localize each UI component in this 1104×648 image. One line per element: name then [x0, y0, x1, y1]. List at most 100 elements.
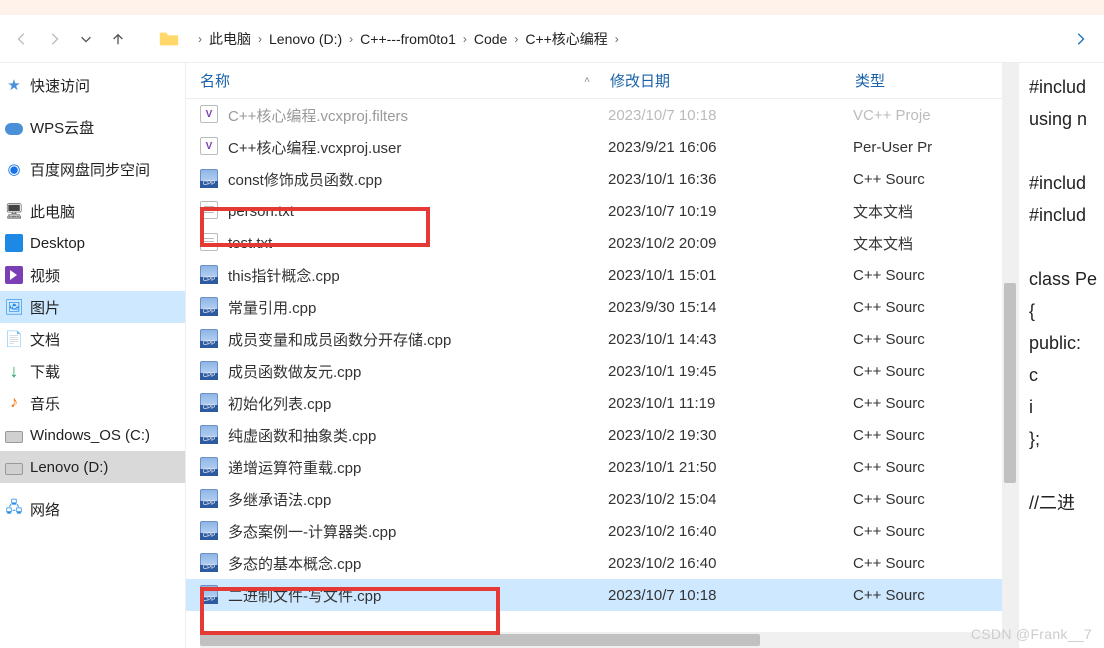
file-date: 2023/10/2 20:09: [608, 235, 853, 252]
recent-dropdown[interactable]: [72, 25, 100, 53]
file-date: 2023/10/7 10:18: [608, 107, 853, 124]
file-row[interactable]: 多态案例一-计算器类.cpp2023/10/2 16:40C++ Sourc: [186, 515, 1002, 547]
chevron-right-icon[interactable]: ›: [255, 32, 265, 46]
horizontal-scrollbar[interactable]: [200, 632, 1002, 648]
file-row[interactable]: C++核心编程.vcxproj.user2023/9/21 16:06Per-U…: [186, 131, 1002, 163]
breadcrumb-item[interactable]: C++核心编程: [521, 27, 611, 51]
file-icon: [200, 553, 220, 573]
watermark: CSDN @Frank__7: [971, 626, 1092, 642]
file-row[interactable]: 二进制文件-写文件.cpp2023/10/7 10:18C++ Sourc: [186, 579, 1002, 611]
file-name: test.txt: [228, 235, 608, 252]
sidebar-item-music[interactable]: ♪音乐: [0, 387, 185, 419]
file-row[interactable]: 多继承语法.cpp2023/10/2 15:04C++ Sourc: [186, 483, 1002, 515]
up-button[interactable]: [104, 25, 132, 53]
file-name: C++核心编程.vcxproj.filters: [228, 105, 608, 126]
preview-line: i: [1029, 391, 1102, 423]
preview-line: [1029, 455, 1102, 487]
file-icon: [200, 105, 220, 125]
refresh-button[interactable]: [1064, 23, 1096, 55]
col-type[interactable]: 类型: [855, 70, 1002, 91]
sidebar-label: 百度网盘同步空间: [30, 159, 150, 180]
sidebar-item-star[interactable]: ★快速访问: [0, 69, 185, 101]
preview-line: using n: [1029, 103, 1102, 135]
preview-line: public:: [1029, 327, 1102, 359]
vertical-scrollbar[interactable]: [1002, 63, 1018, 648]
file-row[interactable]: 纯虚函数和抽象类.cpp2023/10/2 19:30C++ Sourc: [186, 419, 1002, 451]
file-row[interactable]: 递增运算符重载.cpp2023/10/1 21:50C++ Sourc: [186, 451, 1002, 483]
file-icon: [200, 457, 220, 477]
sidebar-item-pc[interactable]: 🖥此电脑: [0, 195, 185, 227]
file-icon: [200, 489, 220, 509]
sidebar-item-down[interactable]: ↓下载: [0, 355, 185, 387]
col-name[interactable]: 名称: [200, 70, 230, 91]
file-row[interactable]: this指针概念.cpp2023/10/1 15:01C++ Sourc: [186, 259, 1002, 291]
file-icon: [200, 233, 220, 253]
file-type: C++ Sourc: [853, 171, 1002, 188]
back-button[interactable]: [8, 25, 36, 53]
breadcrumb-item[interactable]: Lenovo (D:): [265, 29, 346, 49]
file-name: 多态的基本概念.cpp: [228, 553, 608, 574]
sidebar-label: 音乐: [30, 393, 60, 414]
file-row[interactable]: 成员变量和成员函数分开存储.cpp2023/10/1 14:43C++ Sour…: [186, 323, 1002, 355]
chevron-right-icon[interactable]: ›: [511, 32, 521, 46]
file-list: 名称˄ 修改日期 类型 C++核心编程.vcxproj.filters2023/…: [186, 63, 1002, 648]
file-row[interactable]: 成员函数做友元.cpp2023/10/1 19:45C++ Sourc: [186, 355, 1002, 387]
sidebar-item-baidu[interactable]: ◉百度网盘同步空间: [0, 153, 185, 185]
file-type: C++ Sourc: [853, 267, 1002, 284]
file-icon: [200, 361, 220, 381]
file-row[interactable]: C++核心编程.vcxproj.filters2023/10/7 10:18VC…: [186, 99, 1002, 131]
file-type: C++ Sourc: [853, 363, 1002, 380]
file-icon: [200, 521, 220, 541]
preview-line: class Pe: [1029, 263, 1102, 295]
file-type: C++ Sourc: [853, 459, 1002, 476]
file-row[interactable]: person.txt2023/10/7 10:19文本文档: [186, 195, 1002, 227]
chevron-right-icon[interactable]: ›: [460, 32, 470, 46]
chevron-right-icon[interactable]: ›: [612, 32, 622, 46]
sidebar-item-doc[interactable]: 📄文档: [0, 323, 185, 355]
sidebar-item-video[interactable]: 视频: [0, 259, 185, 291]
sidebar-label: WPS云盘: [30, 117, 94, 138]
breadcrumb-item[interactable]: Code: [470, 29, 511, 49]
sidebar-item-pictures[interactable]: 🖼图片: [0, 291, 185, 323]
breadcrumb-item[interactable]: C++---from0to1: [356, 29, 460, 49]
file-type: C++ Sourc: [853, 331, 1002, 348]
file-row[interactable]: test.txt2023/10/2 20:09文本文档: [186, 227, 1002, 259]
file-date: 2023/10/1 14:43: [608, 331, 853, 348]
column-headers[interactable]: 名称˄ 修改日期 类型: [186, 63, 1002, 99]
file-name: 多态案例一-计算器类.cpp: [228, 521, 608, 542]
file-icon: [200, 329, 220, 349]
folder-icon: [158, 28, 180, 50]
preview-pane: #includusing n #includ#includ class Pe{p…: [1018, 63, 1104, 648]
sidebar-item-drive[interactable]: Windows_OS (C:): [0, 419, 185, 451]
file-date: 2023/10/1 16:36: [608, 171, 853, 188]
preview-line: //二进: [1029, 487, 1102, 519]
sidebar-item-cloud[interactable]: WPS云盘: [0, 111, 185, 143]
file-row[interactable]: 初始化列表.cpp2023/10/1 11:19C++ Sourc: [186, 387, 1002, 419]
col-date[interactable]: 修改日期: [610, 70, 855, 91]
sidebar-item-drive[interactable]: Lenovo (D:): [0, 451, 185, 483]
breadcrumb[interactable]: ›此电脑›Lenovo (D:)›C++---from0to1›Code›C++…: [190, 23, 1056, 55]
preview-line: #includ: [1029, 199, 1102, 231]
file-icon: [200, 201, 220, 221]
file-name: 二进制文件-写文件.cpp: [228, 585, 608, 606]
file-date: 2023/10/7 10:19: [608, 203, 853, 220]
chevron-right-icon[interactable]: ›: [195, 32, 205, 46]
file-type: C++ Sourc: [853, 427, 1002, 444]
file-row[interactable]: 常量引用.cpp2023/9/30 15:14C++ Sourc: [186, 291, 1002, 323]
file-date: 2023/10/1 11:19: [608, 395, 853, 412]
forward-button[interactable]: [40, 25, 68, 53]
sidebar-label: Lenovo (D:): [30, 459, 108, 476]
file-row[interactable]: 多态的基本概念.cpp2023/10/2 16:40C++ Sourc: [186, 547, 1002, 579]
toolbar: ›此电脑›Lenovo (D:)›C++---from0to1›Code›C++…: [0, 15, 1104, 63]
file-name: 初始化列表.cpp: [228, 393, 608, 414]
sidebar-item-net[interactable]: 🖧网络: [0, 493, 185, 525]
file-type: 文本文档: [853, 233, 1002, 254]
chevron-right-icon[interactable]: ›: [346, 32, 356, 46]
file-icon: [200, 297, 220, 317]
file-type: 文本文档: [853, 201, 1002, 222]
sidebar-item-blue[interactable]: Desktop: [0, 227, 185, 259]
breadcrumb-item[interactable]: 此电脑: [205, 27, 255, 51]
sidebar: ★快速访问 WPS云盘 ◉百度网盘同步空间 🖥此电脑Desktop视频🖼图片📄文档↓下…: [0, 63, 186, 648]
file-type: C++ Sourc: [853, 491, 1002, 508]
file-row[interactable]: const修饰成员函数.cpp2023/10/1 16:36C++ Sourc: [186, 163, 1002, 195]
